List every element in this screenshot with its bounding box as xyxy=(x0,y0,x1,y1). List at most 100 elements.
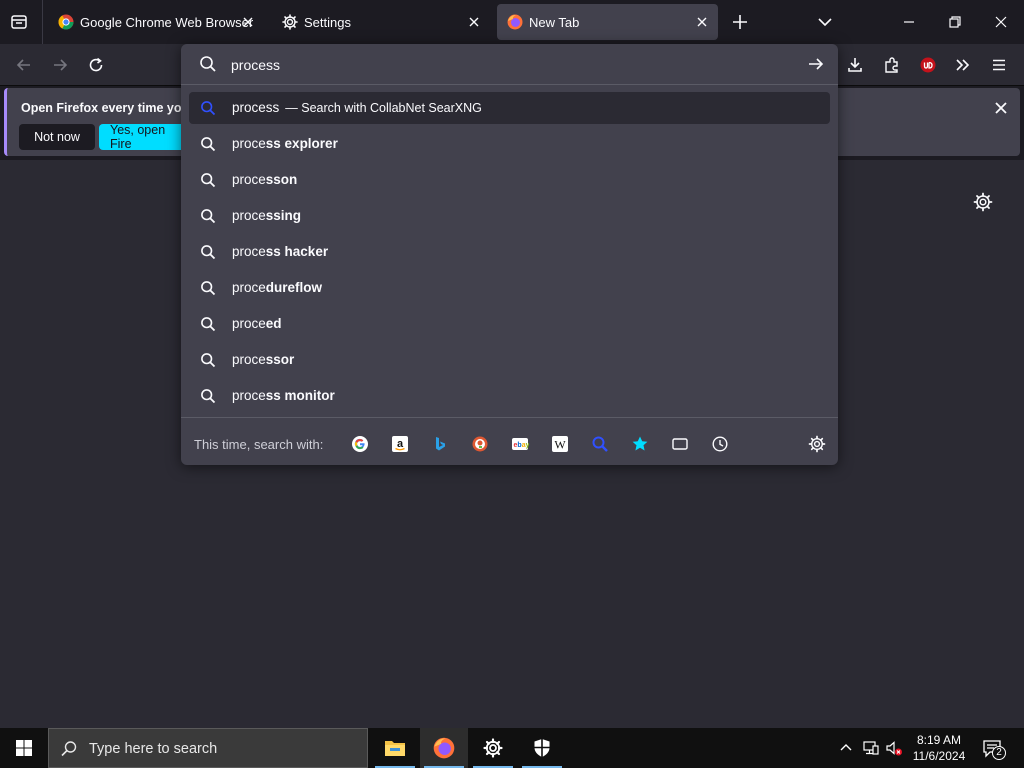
suggestion-item[interactable]: process monitor xyxy=(189,380,830,412)
svg-text:a: a xyxy=(397,438,404,450)
taskbar-search-box[interactable]: Type here to search xyxy=(48,728,368,768)
tab-chrome[interactable]: Google Chrome Web Browser xyxy=(48,4,264,40)
search-icon xyxy=(200,352,216,368)
suggestion-completion: ed xyxy=(265,316,282,331)
go-arrow-icon[interactable] xyxy=(807,55,825,73)
history-icon[interactable] xyxy=(708,432,732,456)
new-tab-button[interactable] xyxy=(730,12,750,32)
reload-button[interactable] xyxy=(81,50,111,80)
urlbar-input-row xyxy=(181,44,838,85)
urlbar-input[interactable] xyxy=(231,54,791,76)
show-hidden-icons-chevron-icon[interactable] xyxy=(838,740,854,756)
suggestion-text: process explorer xyxy=(232,136,338,151)
suggestion-text: processing xyxy=(232,208,301,223)
suggestion-item[interactable]: process hacker xyxy=(189,236,830,268)
suggestion-text: process hacker xyxy=(232,244,328,259)
suggestion-text: processon xyxy=(232,172,297,187)
search-icon xyxy=(200,280,216,296)
suggestion-item[interactable]: proceed xyxy=(189,308,830,340)
forward-button[interactable] xyxy=(45,50,75,80)
google-icon[interactable] xyxy=(348,432,372,456)
suggestion-typed-part: process xyxy=(232,100,280,115)
search-settings-gear-icon[interactable] xyxy=(805,432,829,456)
suggestion-typed-part: proce xyxy=(232,388,266,403)
system-clock[interactable]: 8:19 AM 11/6/2024 xyxy=(906,732,972,764)
search-icon xyxy=(200,136,216,152)
suggestion-typed-part: proce xyxy=(232,244,266,259)
notification-message: Open Firefox every time you xyxy=(21,101,190,115)
urlbar-dropdown: process— Search with CollabNet SearXNGpr… xyxy=(181,44,838,465)
suggestion-item[interactable]: process explorer xyxy=(189,128,830,160)
suggestion-engine-note: — Search with CollabNet SearXNG xyxy=(285,101,482,115)
searxng-icon[interactable] xyxy=(588,432,612,456)
firefox-taskbar-icon[interactable] xyxy=(420,728,468,768)
list-all-tabs-chevron-icon[interactable] xyxy=(816,13,834,31)
notification-count-badge: 2 xyxy=(992,746,1006,760)
ublock-origin-icon[interactable] xyxy=(913,50,943,80)
one-off-label: This time, search with: xyxy=(194,437,324,452)
settings-taskbar-icon[interactable] xyxy=(469,728,517,768)
suggestion-item[interactable]: processor xyxy=(189,344,830,376)
amazon-icon[interactable]: a xyxy=(388,432,412,456)
tab-list-icon[interactable] xyxy=(10,13,28,31)
network-icon[interactable] xyxy=(862,739,880,757)
wikipedia-icon[interactable]: W xyxy=(548,432,572,456)
windows-start-icon[interactable] xyxy=(0,728,48,768)
restore-window-button[interactable] xyxy=(946,13,964,31)
volume-muted-icon[interactable] xyxy=(885,739,903,757)
tabs-icon[interactable] xyxy=(668,432,692,456)
suggestion-item[interactable]: processing xyxy=(189,200,830,232)
minimize-window-button[interactable] xyxy=(900,13,918,31)
suggestion-text: procedureflow xyxy=(232,280,322,295)
not-now-button[interactable]: Not now xyxy=(19,124,95,150)
tab-strip: Google Chrome Web Browser Settings New T… xyxy=(0,0,1024,44)
back-button[interactable] xyxy=(9,50,39,80)
taskbar-search-placeholder: Type here to search xyxy=(89,741,218,757)
action-center-icon[interactable]: 2 xyxy=(982,738,1006,760)
suggestion-typed-part: proce xyxy=(232,136,266,151)
tab-title: New Tab xyxy=(529,14,580,30)
svg-text:W: W xyxy=(554,438,566,452)
suggestion-completion: ss hacker xyxy=(265,244,329,259)
search-icon xyxy=(200,244,216,260)
tab-settings[interactable]: Settings xyxy=(272,4,490,40)
suggestion-item[interactable]: procedureflow xyxy=(189,272,830,304)
svg-text:ebay: ebay xyxy=(514,442,530,449)
searxng-search-icon xyxy=(200,100,216,116)
bing-icon[interactable] xyxy=(428,432,452,456)
close-notification-icon[interactable] xyxy=(991,98,1011,118)
gear-icon xyxy=(282,14,298,30)
one-off-search-bar: This time, search with: a ebay W xyxy=(181,417,838,465)
suggestion-typed-part: proce xyxy=(232,316,266,331)
duckduckgo-icon[interactable] xyxy=(468,432,492,456)
bookmarks-icon[interactable] xyxy=(628,432,652,456)
suggestion-completion: ssor xyxy=(265,352,295,367)
suggestion-text: process monitor xyxy=(232,388,335,403)
search-icon xyxy=(60,740,78,758)
tab-new-tab[interactable]: New Tab xyxy=(497,4,718,40)
close-tab-icon[interactable] xyxy=(694,14,710,30)
suggestion-completion: dureflow xyxy=(265,280,323,295)
customize-gear-icon[interactable] xyxy=(973,192,993,212)
close-tab-icon[interactable] xyxy=(240,14,256,30)
extensions-icon[interactable] xyxy=(877,50,907,80)
more-tools-chevron-icon[interactable] xyxy=(948,50,978,80)
suggestion-completion: ss explorer xyxy=(265,136,338,151)
close-window-button[interactable] xyxy=(992,13,1010,31)
suggestion-text: proceed xyxy=(232,316,282,331)
close-tab-icon[interactable] xyxy=(466,14,482,30)
search-icon xyxy=(200,388,216,404)
clock-date: 11/6/2024 xyxy=(912,749,966,763)
windows-security-icon[interactable] xyxy=(518,728,566,768)
suggestion-search-with-engine[interactable]: process — Search with CollabNet SearXNG xyxy=(189,92,830,124)
suggestion-item[interactable]: processon xyxy=(189,164,830,196)
firefox-icon xyxy=(507,14,523,30)
suggestion-typed-part: proce xyxy=(232,352,266,367)
ebay-icon[interactable]: ebay xyxy=(508,432,532,456)
tab-separator xyxy=(42,0,43,44)
suggestion-typed-part: proce xyxy=(232,208,266,223)
file-explorer-icon[interactable] xyxy=(371,728,419,768)
app-menu-icon[interactable] xyxy=(984,50,1014,80)
downloads-button[interactable] xyxy=(840,50,870,80)
search-icon xyxy=(200,172,216,188)
